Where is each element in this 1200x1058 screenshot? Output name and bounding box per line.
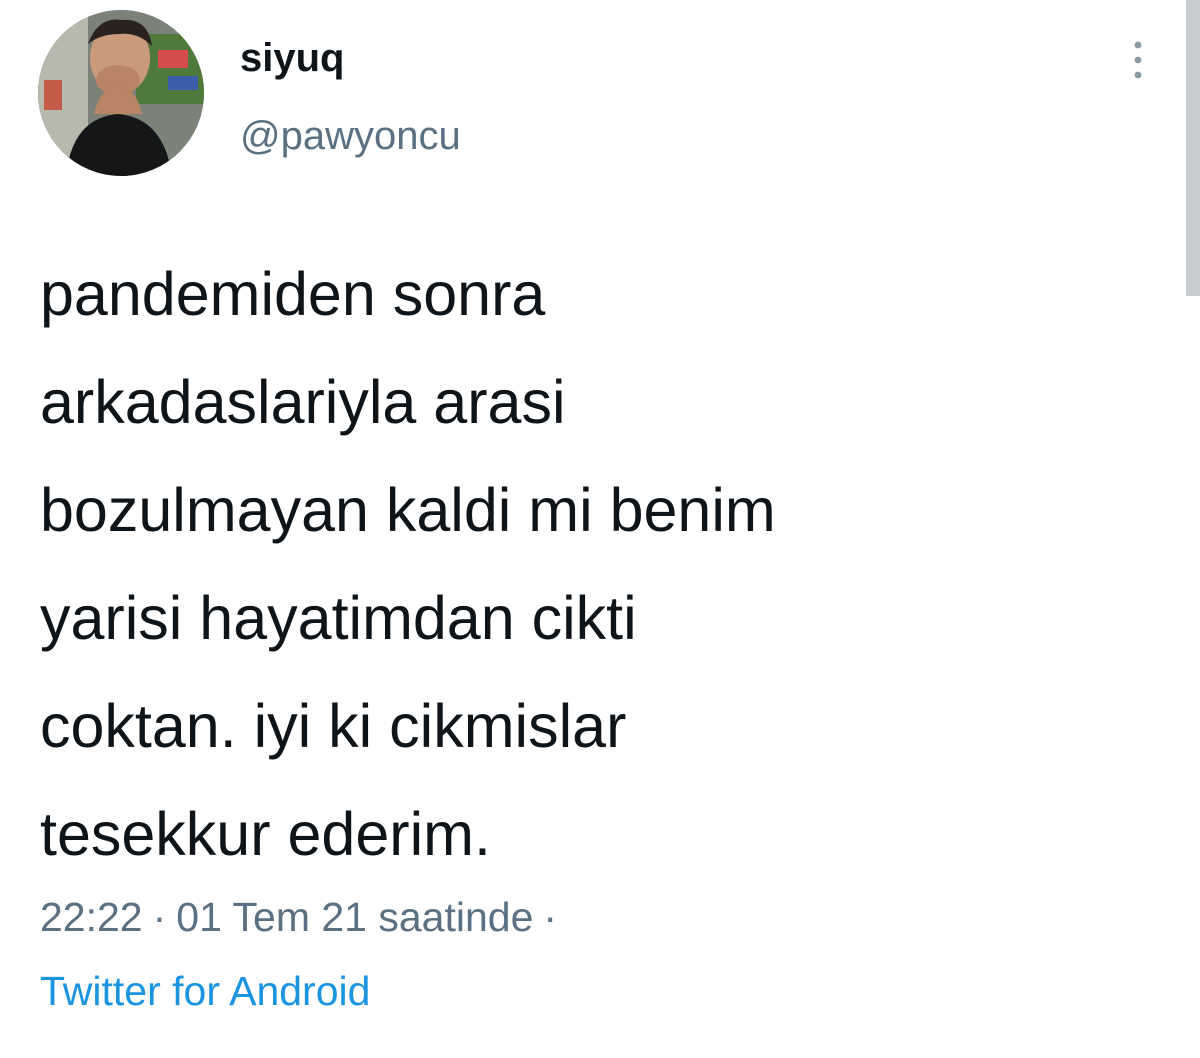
scrollbar[interactable] bbox=[1186, 0, 1200, 296]
tweet-text-line: arkadaslariyla arasi bbox=[40, 368, 566, 436]
meta-separator: · bbox=[543, 894, 558, 940]
tweet-text-line: yarisi hayatimdan cikti bbox=[40, 584, 637, 652]
more-vertical-icon bbox=[1134, 41, 1142, 79]
tweet-source-link[interactable]: Twitter for Android bbox=[40, 964, 370, 1018]
tweet-meta: 22:22 · 01 Tem 21 saatinde · bbox=[40, 890, 567, 944]
more-options-button[interactable] bbox=[1118, 36, 1158, 84]
display-name[interactable]: siyuq bbox=[240, 34, 344, 82]
tweet-date[interactable]: 01 Tem 21 saatinde bbox=[176, 894, 533, 940]
tweet-text-line: tesekkur ederim. bbox=[40, 800, 491, 868]
tweet-time[interactable]: 22:22 bbox=[40, 894, 143, 940]
user-handle[interactable]: @pawyoncu bbox=[240, 112, 461, 160]
tweet-text: pandemiden sonra arkadaslariyla arasi bo… bbox=[40, 240, 1150, 888]
tweet-text-line: bozulmayan kaldi mi benim bbox=[40, 476, 776, 544]
tweet-text-line: coktan. iyi ki cikmislar bbox=[40, 692, 627, 760]
tweet-text-line: pandemiden sonra bbox=[40, 260, 546, 328]
avatar-photo bbox=[38, 10, 204, 176]
meta-separator: · bbox=[152, 894, 167, 940]
avatar[interactable] bbox=[38, 10, 204, 176]
tweet-card: siyuq @pawyoncu pandemiden sonra arkadas… bbox=[0, 0, 1200, 1058]
